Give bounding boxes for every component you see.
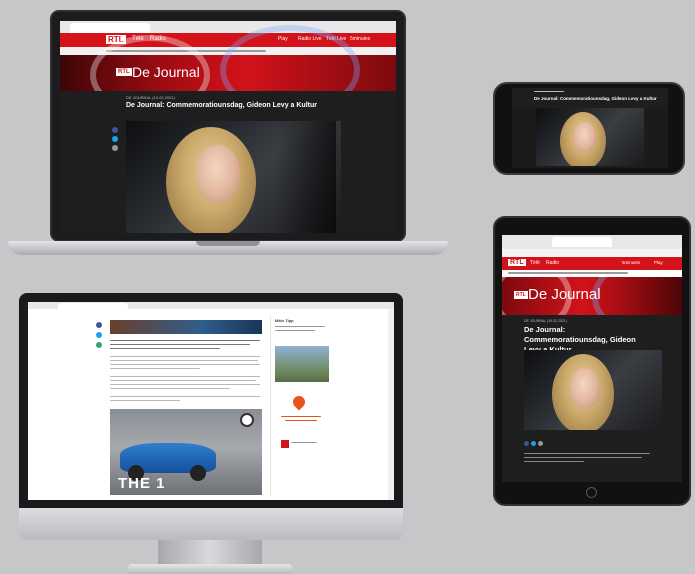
banner-title: De Journal	[132, 64, 200, 80]
bmw-logo-icon	[240, 413, 254, 427]
nav-right-5minutes[interactable]: 5minutes	[350, 36, 370, 42]
desktop-twitter-icon[interactable]	[96, 332, 102, 338]
phone-video-player[interactable]	[536, 108, 644, 166]
tablet-address-bar[interactable]	[502, 249, 682, 257]
tablet-banner-title: De Journal	[528, 286, 601, 303]
monitor-stand-foot	[128, 564, 292, 574]
monitor-chin	[19, 508, 403, 540]
laptop-screen: RTL Télé Radio Play Radio Live Télé Live…	[60, 21, 396, 233]
tablet-facebook-icon[interactable]	[524, 441, 529, 446]
article-area: DE JOURNAL (19.02.2021) De Journal: Comm…	[60, 91, 396, 233]
phone-article-header: De Journal: Commemoratiounsdag, Gideon L…	[512, 88, 668, 108]
car-advertisement[interactable]: THE 1	[110, 409, 262, 495]
tablet-rtl-logo[interactable]: RTL	[508, 259, 526, 266]
video-player[interactable]	[126, 121, 341, 233]
tablet-article-kicker: DE JOURNAL (19.02.2021)	[524, 319, 567, 323]
desktop-whatsapp-icon[interactable]	[96, 342, 102, 348]
tablet-navbar: RTL Télé Radio 5minutes Play	[502, 257, 682, 270]
email-share-icon[interactable]	[112, 145, 118, 151]
tablet-video-player[interactable]	[524, 350, 662, 430]
tablet-screen: RTL Télé Radio 5minutes Play RTL De Jour…	[502, 235, 682, 482]
desktop-facebook-icon[interactable]	[96, 322, 102, 328]
tablet-show-banner: RTL De Journal	[502, 277, 682, 315]
sidebar-logo	[281, 440, 289, 448]
sidebar-title: Mäin Tipp	[275, 318, 294, 323]
location-pin-icon	[290, 393, 308, 411]
tablet-subnav	[502, 270, 682, 277]
rtl-logo-banner: RTL	[116, 68, 132, 76]
phone-screen: De Journal: Commemoratiounsdag, Gideon L…	[512, 88, 668, 168]
tablet-nav-radio[interactable]: Radio	[546, 260, 559, 266]
laptop-notch	[196, 241, 260, 246]
tablet-nav-5minutes[interactable]: 5minutes	[622, 260, 640, 265]
twitter-icon[interactable]	[112, 136, 118, 142]
monitor-browser-chrome	[28, 302, 394, 309]
tablet-nav-tele[interactable]: Télé	[530, 260, 540, 266]
article-title: De Journal: Commemoratiounsdag, Gideon L…	[126, 102, 317, 109]
sidebar-thumbnail[interactable]	[275, 346, 329, 382]
show-banner: RTL De Journal	[60, 25, 396, 115]
tablet-twitter-icon[interactable]	[531, 441, 536, 446]
scrollbar[interactable]	[388, 309, 394, 500]
tablet-browser-chrome	[502, 235, 682, 249]
browser-tab[interactable]	[70, 23, 150, 33]
laptop-browser-chrome	[60, 21, 396, 33]
monitor-screen: THE 1 Mäin Tipp	[28, 302, 394, 500]
tablet-article-area: DE JOURNAL (19.02.2021) De Journal: Comm…	[502, 315, 682, 482]
article-top-image	[110, 320, 262, 334]
tablet-email-icon[interactable]	[538, 441, 543, 446]
phone-article-title: De Journal: Commemoratiounsdag, Gideon L…	[534, 96, 657, 101]
article-kicker: DE JOURNAL (19.02.2021)	[126, 95, 175, 100]
tablet-nav-play[interactable]: Play	[654, 260, 663, 265]
tablet-rtl-logo-banner: RTL	[514, 291, 528, 299]
facebook-icon[interactable]	[112, 127, 118, 133]
sidebar: Mäin Tipp	[270, 316, 332, 496]
ad-text: THE 1	[118, 475, 166, 492]
tablet-home-button[interactable]	[586, 487, 597, 498]
